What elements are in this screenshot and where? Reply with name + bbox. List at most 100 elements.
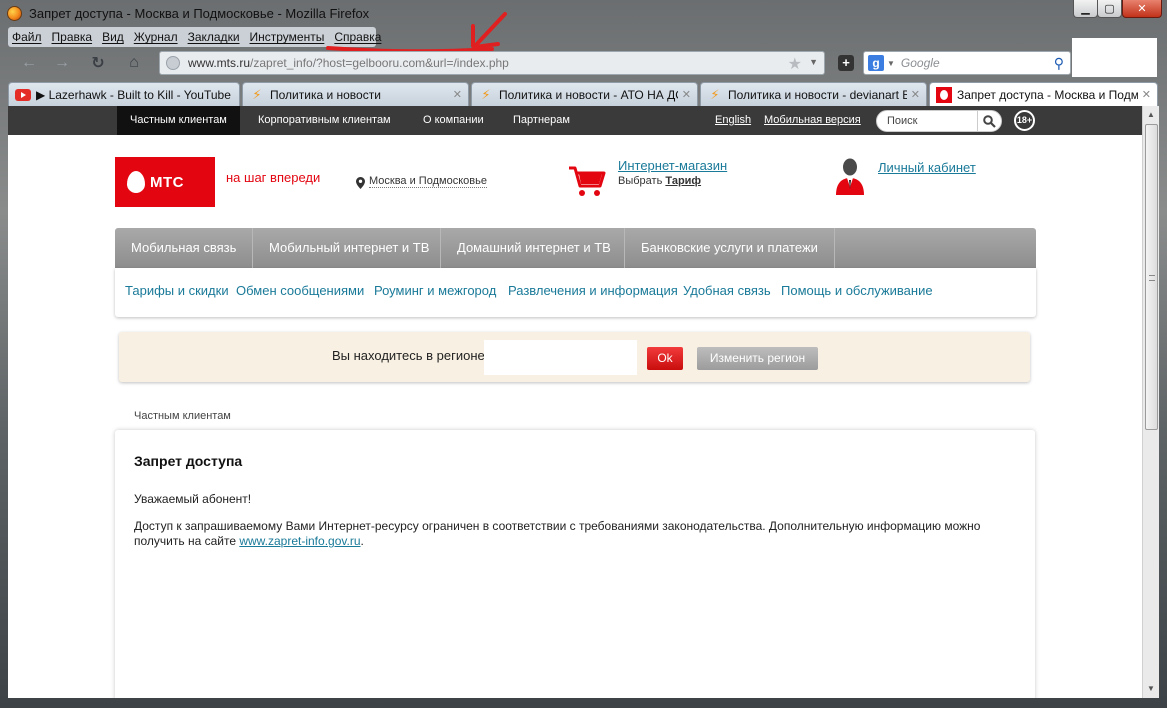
forward-button[interactable]: → bbox=[49, 51, 75, 75]
url-bar[interactable]: www.mts.ru/zapret_info/?host=gelbooru.co… bbox=[159, 51, 825, 75]
shop-sub-prefix: Выбрать bbox=[618, 175, 663, 187]
mainnav-home-internet[interactable]: Домашний интернет и ТВ bbox=[441, 228, 625, 268]
lightning-icon: ⚡ bbox=[252, 86, 262, 102]
mobile-version-link[interactable]: Мобильная версия bbox=[764, 106, 861, 135]
mts-icon bbox=[936, 86, 952, 103]
user-avatar-icon[interactable] bbox=[834, 157, 866, 195]
bookmark-star-icon[interactable]: ★ bbox=[788, 54, 802, 74]
menu-edit[interactable]: Правка bbox=[52, 30, 93, 44]
grip-icon bbox=[1149, 275, 1155, 281]
tab-politics-3[interactable]: ⚡ Политика и новости - devianart ВСЁ ✕ bbox=[700, 82, 927, 106]
menu-tools[interactable]: Инструменты bbox=[250, 30, 325, 44]
age-rating-badge: 18+ bbox=[1014, 110, 1035, 131]
egg-logo-icon bbox=[127, 171, 145, 193]
slogan: на шаг впереди bbox=[226, 170, 321, 185]
subnav-tariffs[interactable]: Тарифы и скидки bbox=[125, 283, 229, 298]
tab-strip: ▶ Lazerhawk - Built to Kill - YouTube ⚡ … bbox=[8, 82, 1158, 106]
menu-file[interactable]: Файл bbox=[12, 30, 42, 44]
tab-label: Политика и новости - devianart ВСЁ bbox=[728, 87, 907, 102]
subnav-messaging[interactable]: Обмен сообщениями bbox=[236, 283, 364, 298]
personal-cabinet-link[interactable]: Личный кабинет bbox=[878, 160, 976, 175]
tab-youtube[interactable]: ▶ Lazerhawk - Built to Kill - YouTube bbox=[8, 82, 240, 106]
main-navigation: Мобильная связь Мобильный интернет и ТВ … bbox=[115, 228, 1036, 268]
subnav-convenient[interactable]: Удобная связь bbox=[683, 283, 771, 298]
choose-tariff-text: Выбрать Тариф bbox=[618, 175, 701, 187]
back-button[interactable]: ← bbox=[16, 51, 42, 75]
google-icon[interactable]: g bbox=[868, 55, 884, 71]
maximize-button[interactable]: ▢ bbox=[1097, 0, 1122, 18]
mts-logo[interactable]: МТС bbox=[115, 157, 215, 207]
topnav-private[interactable]: Частным клиентам bbox=[117, 106, 240, 135]
site-search-input[interactable]: Поиск bbox=[876, 110, 1002, 132]
subnav-help[interactable]: Помощь и обслуживание bbox=[781, 283, 933, 298]
url-host: www.mts.ru bbox=[188, 56, 251, 70]
url-dropdown-icon[interactable]: ▼ bbox=[809, 57, 818, 67]
tab-close-icon[interactable]: ✕ bbox=[453, 88, 462, 101]
ok-button[interactable]: Ok bbox=[647, 347, 683, 370]
topnav-partners[interactable]: Партнерам bbox=[500, 106, 583, 135]
youtube-icon bbox=[15, 87, 31, 103]
shopping-cart-icon[interactable] bbox=[568, 164, 606, 198]
scroll-down-arrow-icon[interactable]: ▼ bbox=[1143, 680, 1159, 697]
subnav-entertainment[interactable]: Развлечения и информация bbox=[508, 283, 678, 298]
reload-button[interactable]: ↻ bbox=[85, 51, 111, 75]
web-search-box[interactable]: g ▼ Google ⚲ bbox=[863, 51, 1071, 75]
menu-history[interactable]: Журнал bbox=[134, 30, 178, 44]
close-button[interactable]: ✕ bbox=[1122, 0, 1162, 18]
site-search-placeholder: Поиск bbox=[887, 115, 918, 127]
online-shop-link[interactable]: Интернет-магазин bbox=[618, 158, 727, 173]
window-title: Запрет доступа - Москва и Подмосковье - … bbox=[29, 6, 370, 21]
location-pin-icon bbox=[356, 177, 365, 189]
addon-button[interactable]: + bbox=[834, 52, 858, 74]
home-button[interactable]: ⌂ bbox=[121, 51, 147, 75]
site-top-bar: Частным клиентам Корпоративным клиентам … bbox=[8, 106, 1142, 135]
subnav-roaming[interactable]: Роуминг и межгород bbox=[374, 283, 496, 298]
change-region-button[interactable]: Изменить регион bbox=[697, 347, 818, 370]
scrollbar-thumb[interactable] bbox=[1145, 124, 1158, 430]
region-confirm-bar: Вы находитесь в регионе Ok Изменить реги… bbox=[119, 332, 1030, 382]
tab-label: Политика и новости - АТО НА ДОН... bbox=[499, 87, 678, 102]
tariff-link[interactable]: Тариф bbox=[665, 175, 701, 187]
breadcrumb[interactable]: Частным клиентам bbox=[134, 410, 231, 422]
sub-navigation: Тарифы и скидки Обмен сообщениями Роумин… bbox=[115, 268, 1036, 317]
tab-active-zapret[interactable]: Запрет доступа - Москва и Подмос... ✕ bbox=[929, 82, 1158, 106]
region-question: Вы находитесь в регионе bbox=[332, 348, 485, 363]
tab-politics-2[interactable]: ⚡ Политика и новости - АТО НА ДОН... ✕ bbox=[471, 82, 698, 106]
search-placeholder: Google bbox=[900, 56, 940, 70]
minimize-button[interactable]: ▁ bbox=[1073, 0, 1098, 18]
blank-toolbar-area bbox=[1072, 38, 1157, 77]
mainnav-banking[interactable]: Банковские услуги и платежи bbox=[625, 228, 835, 268]
page-content: Частным клиентам Корпоративным клиентам … bbox=[8, 106, 1142, 698]
tab-label: Запрет доступа - Москва и Подмос... bbox=[957, 87, 1138, 102]
region-selector-link[interactable]: Москва и Подмосковье bbox=[369, 175, 487, 188]
greeting-text: Уважаемый абонент! bbox=[134, 492, 252, 506]
magnifier-icon[interactable]: ⚲ bbox=[1054, 55, 1064, 72]
title-bar: Запрет доступа - Москва и Подмосковье - … bbox=[0, 0, 1167, 27]
page-title: Запрет доступа bbox=[134, 453, 243, 469]
lightning-icon: ⚡ bbox=[481, 86, 491, 102]
access-denied-card: Запрет доступа Уважаемый абонент! Доступ… bbox=[115, 430, 1035, 698]
tab-politics-1[interactable]: ⚡ Политика и новости ✕ bbox=[242, 82, 469, 106]
zapret-info-link[interactable]: www.zapret-info.gov.ru bbox=[239, 534, 360, 548]
plus-icon: + bbox=[838, 55, 854, 71]
english-link[interactable]: English bbox=[715, 106, 751, 135]
lightning-icon: ⚡ bbox=[710, 86, 720, 102]
scroll-up-arrow-icon[interactable]: ▲ bbox=[1143, 106, 1159, 123]
tab-close-icon[interactable]: ✕ bbox=[1142, 88, 1151, 101]
mainnav-mobile-internet[interactable]: Мобильный интернет и ТВ bbox=[253, 228, 441, 268]
topnav-corporate[interactable]: Корпоративным клиентам bbox=[245, 106, 404, 135]
search-engine-dropdown-icon[interactable]: ▼ bbox=[887, 59, 895, 68]
tab-close-icon[interactable]: ✕ bbox=[911, 88, 920, 101]
logo-text: МТС bbox=[150, 173, 184, 191]
url-path: /zapret_info/?host=gelbooru.com&url=/ind… bbox=[250, 56, 509, 70]
menu-view[interactable]: Вид bbox=[102, 30, 124, 44]
firefox-logo-icon bbox=[7, 6, 22, 21]
search-icon[interactable] bbox=[977, 111, 1001, 131]
mainnav-mobile[interactable]: Мобильная связь bbox=[115, 228, 253, 268]
region-input[interactable] bbox=[484, 340, 637, 375]
topnav-about[interactable]: О компании bbox=[410, 106, 497, 135]
tab-close-icon[interactable]: ✕ bbox=[682, 88, 691, 101]
notice-text: Доступ к запрашиваемому Вами Интернет-ре… bbox=[134, 519, 1014, 549]
menu-bookmarks[interactable]: Закладки bbox=[188, 30, 240, 44]
vertical-scrollbar[interactable]: ▲ ▼ bbox=[1142, 106, 1159, 698]
